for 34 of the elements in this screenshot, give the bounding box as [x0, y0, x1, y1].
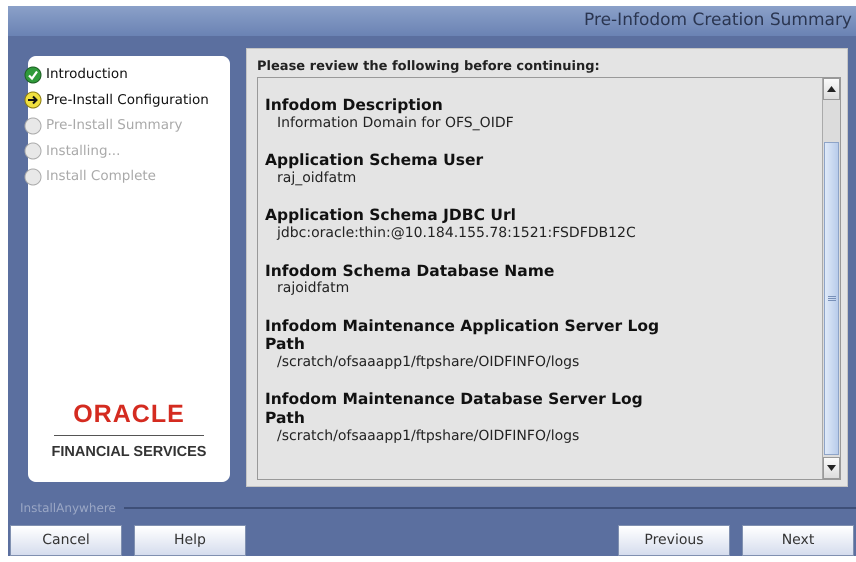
- step-label: Installing...: [46, 142, 120, 161]
- up-arrow-icon[interactable]: [827, 86, 836, 92]
- entry-value: Information Domain for OFS_OIDF: [276, 114, 515, 132]
- grip-icon: [828, 296, 836, 302]
- entry-label: Infodom Schema Database Name: [265, 262, 556, 280]
- scroll-thumb[interactable]: [824, 142, 839, 455]
- step-label: Pre-Install Summary: [46, 116, 183, 136]
- step-label: Pre-Install Configuration: [46, 90, 209, 110]
- footer-button[interactable]: Previous: [618, 525, 730, 556]
- entry-label: Infodom Description: [265, 96, 444, 115]
- circle-icon: [24, 168, 42, 186]
- entry-value: rajoidfatm: [276, 280, 350, 298]
- entry-value: /scratch/ofsaaapp1/ftpshare/OIDFINFO/logs: [276, 428, 580, 445]
- entry-label: Application Schema User: [265, 151, 484, 170]
- circle-icon: [24, 142, 42, 160]
- window-title: Pre-Infodom Creation Summary: [584, 9, 852, 32]
- entry-label: Application Schema JDBC Url: [265, 206, 517, 226]
- entry-label: Infodom Maintenance Application Server Log Path: [265, 316, 660, 354]
- vendor-label: InstallAnywhere: [20, 500, 116, 517]
- entry-value: /scratch/ofsaaapp1/ftpshare/OIDFINFO/logs: [276, 354, 580, 372]
- brand-logo-text: ORACLE: [73, 402, 185, 427]
- footer-button[interactable]: Help: [134, 525, 246, 556]
- circle-icon: [24, 116, 42, 134]
- down-arrow-icon[interactable]: [827, 465, 836, 471]
- entry-label: Infodom Maintenance Database Server Log Path: [265, 390, 644, 428]
- summary-heading: Please review the following before continuing:: [257, 56, 841, 78]
- step-label: Introduction: [46, 65, 128, 84]
- logo-subtitle: FINANCIAL SERVICES: [52, 443, 206, 462]
- scrollbar[interactable]: [822, 78, 840, 479]
- step-label: Install Complete: [46, 167, 156, 186]
- footer-button[interactable]: Next: [742, 525, 854, 556]
- footer-button[interactable]: Cancel: [10, 525, 122, 556]
- entry-value: jdbc:oracle:thin:@10.184.155.78:1521:FSDFDB12C: [276, 225, 637, 243]
- entry-value: raj_oidfatm: [276, 170, 358, 188]
